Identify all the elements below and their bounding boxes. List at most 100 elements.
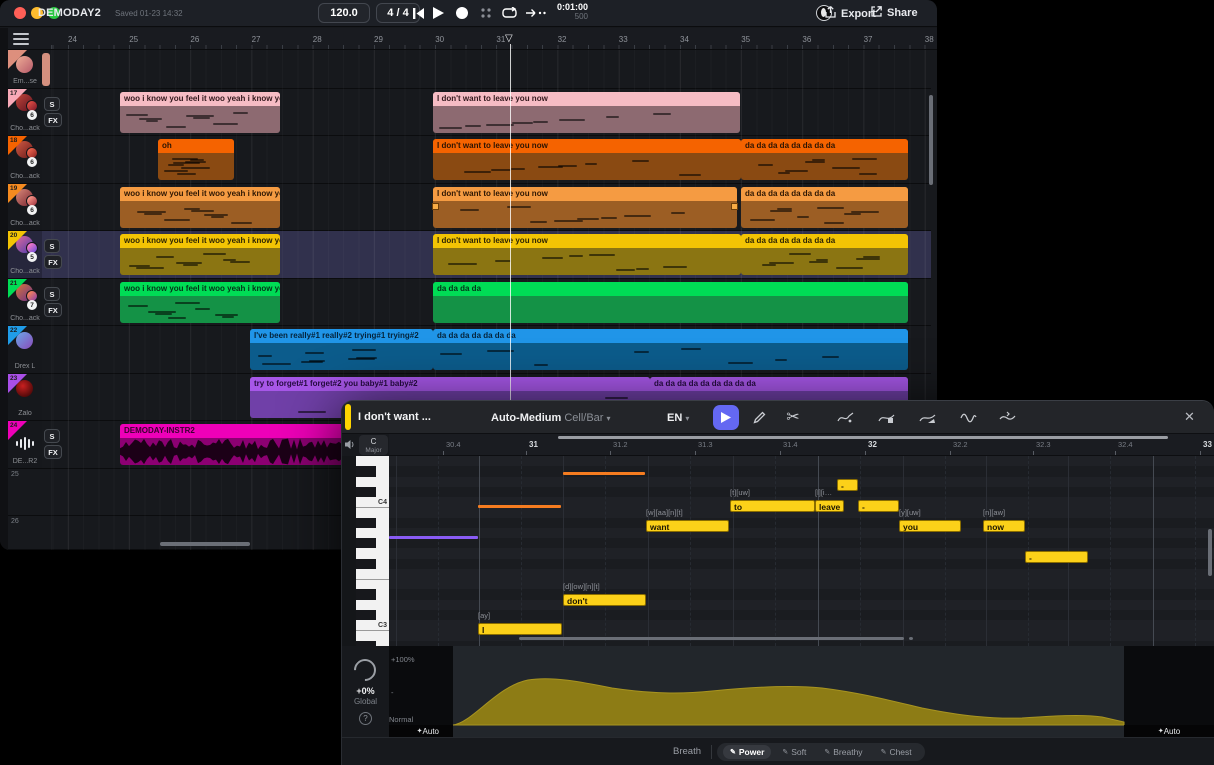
clip[interactable]: da da da da da da da da: [741, 139, 908, 180]
clip[interactable]: I don't want to leave you now: [433, 187, 737, 228]
time-display[interactable]: 0:01:00 500: [548, 2, 588, 22]
clip[interactable]: woo i know you feel it woo yeah i know y…: [120, 282, 280, 323]
arrangement-vertical-scrollbar[interactable]: [929, 95, 933, 185]
solo-button[interactable]: S: [44, 97, 60, 111]
black-key[interactable]: [356, 487, 376, 497]
clip[interactable]: I don't want to leave you now: [433, 92, 740, 133]
fx-button[interactable]: FX: [44, 445, 62, 459]
note[interactable]: -: [858, 500, 899, 512]
share-button[interactable]: Share: [871, 6, 918, 20]
clip-note: [128, 305, 148, 307]
key-signature-selector[interactable]: C Major: [359, 435, 388, 455]
clip[interactable]: da da da da: [433, 282, 908, 323]
loop-button[interactable]: [500, 5, 518, 21]
mode-button-soft[interactable]: ✎Soft: [775, 745, 813, 759]
record-button[interactable]: [453, 5, 471, 21]
note[interactable]: I: [478, 623, 562, 635]
help-icon[interactable]: ?: [359, 712, 372, 725]
clip[interactable]: oh: [158, 139, 234, 180]
metronome-dots-button[interactable]: [477, 5, 495, 21]
note[interactable]: want: [646, 520, 729, 532]
vibrato-tool[interactable]: [958, 408, 978, 426]
black-key[interactable]: [356, 610, 376, 620]
playhead-marker[interactable]: ▽: [505, 33, 513, 44]
clip-note: [183, 264, 198, 266]
editor-range-indicator[interactable]: [558, 436, 1168, 439]
note[interactable]: to: [730, 500, 815, 512]
black-key[interactable]: [356, 559, 376, 569]
clip-resize-handle-right[interactable]: [731, 203, 738, 210]
language-dropdown[interactable]: EN ▾: [667, 412, 689, 424]
saved-status: Saved 01-23 14:32: [115, 9, 183, 18]
note[interactable]: leave: [815, 500, 844, 512]
solo-button[interactable]: S: [44, 287, 60, 301]
note[interactable]: now: [983, 520, 1025, 532]
sub-beat-line: [605, 456, 606, 646]
arrangement-horizontal-scrollbar[interactable]: [160, 542, 250, 546]
mode-button-chest[interactable]: ✎Chest: [874, 745, 919, 759]
grid-row: [389, 589, 1214, 599]
play-button[interactable]: [429, 5, 447, 21]
mode-button-breathy[interactable]: ✎Breathy: [817, 745, 869, 759]
editor-clip-title: I don't want ...: [358, 411, 431, 423]
pitch-curve-tool[interactable]: [835, 408, 855, 426]
follow-playhead-button[interactable]: [524, 5, 548, 21]
arrangement-ruler[interactable]: 242526272829303132333435363738: [0, 28, 937, 50]
param-knob[interactable]: [349, 654, 380, 685]
phoneme-label: [y][uw]: [899, 508, 921, 517]
close-icon[interactable]: ✕: [1184, 409, 1195, 425]
mode-button-power[interactable]: ✎Power: [723, 745, 771, 759]
black-key[interactable]: [356, 518, 376, 528]
clip[interactable]: I don't want to leave you now: [433, 139, 741, 180]
pitch-shake-tool[interactable]: [997, 408, 1017, 426]
octave-label: C3: [378, 622, 387, 629]
editor-ruler[interactable]: 30.43131.231.331.43232.232.332.433: [389, 434, 1214, 456]
menu-icon[interactable]: [13, 33, 29, 45]
param-lane[interactable]: +100% - Normal ✦Auto ✦Auto: [389, 646, 1214, 738]
editor-play-button[interactable]: [713, 405, 739, 430]
solo-button[interactable]: S: [44, 429, 60, 443]
tempo-display[interactable]: 120.0: [318, 3, 370, 23]
piano-keyboard[interactable]: C4C3: [356, 456, 389, 646]
skip-to-start-button[interactable]: [409, 5, 427, 21]
editor-horizontal-scrollbar[interactable]: [519, 637, 904, 640]
pitch-mode-dropdown[interactable]: Auto-Medium Cell/Bar ▾: [491, 412, 611, 424]
black-key[interactable]: [356, 466, 376, 476]
track-lane[interactable]: [42, 50, 931, 89]
pitch-anchor-tool[interactable]: [876, 408, 896, 426]
clip-title: I don't want to leave you now: [433, 92, 740, 106]
black-key[interactable]: [356, 589, 376, 599]
pencil-tool[interactable]: [749, 408, 769, 426]
fx-button[interactable]: FX: [44, 303, 62, 317]
clip[interactable]: I've been really#1 really#2 trying#1 try…: [250, 329, 433, 370]
editor-scrollbar-dot[interactable]: [909, 637, 913, 640]
black-key[interactable]: [356, 538, 376, 548]
editor-vertical-scrollbar[interactable]: [1208, 529, 1212, 576]
fx-button[interactable]: FX: [44, 255, 62, 269]
note[interactable]: don't: [563, 594, 646, 606]
clip[interactable]: woo i know you feel it woo yeah i know y…: [120, 187, 280, 228]
note-grid[interactable]: [ay]I[d][ow][n][t]don't[w][aa][n][t]want…: [389, 456, 1214, 646]
note[interactable]: -: [1025, 551, 1088, 563]
clip[interactable]: woo i know you feel it woo yeah i know y…: [120, 234, 280, 275]
clip[interactable]: da da da da da da da: [433, 329, 908, 370]
clip-resize-handle-left[interactable]: [432, 203, 439, 210]
export-button[interactable]: Export: [825, 6, 876, 21]
scissors-tool[interactable]: ✂: [783, 408, 803, 426]
param-auto-left[interactable]: ✦Auto: [389, 725, 453, 737]
clip[interactable]: I don't want to leave you now: [433, 234, 741, 275]
clip[interactable]: woo i know you feel it woo yeah i know y…: [120, 92, 280, 133]
solo-button[interactable]: S: [44, 239, 60, 253]
speaker-icon[interactable]: [345, 439, 356, 450]
clip[interactable]: da da da da da da da da: [741, 234, 908, 275]
note[interactable]: -: [837, 479, 858, 491]
note[interactable]: you: [899, 520, 961, 532]
fx-button[interactable]: FX: [44, 113, 62, 127]
ruler-tick: [1033, 451, 1034, 455]
pitch-draw-tool[interactable]: [917, 408, 937, 426]
clip[interactable]: [42, 53, 50, 86]
close-traffic-light[interactable]: [14, 7, 26, 19]
clip-title: oh: [158, 139, 234, 153]
clip[interactable]: da da da da da da da da: [741, 187, 908, 228]
param-auto-right[interactable]: ✦Auto: [1124, 725, 1214, 737]
